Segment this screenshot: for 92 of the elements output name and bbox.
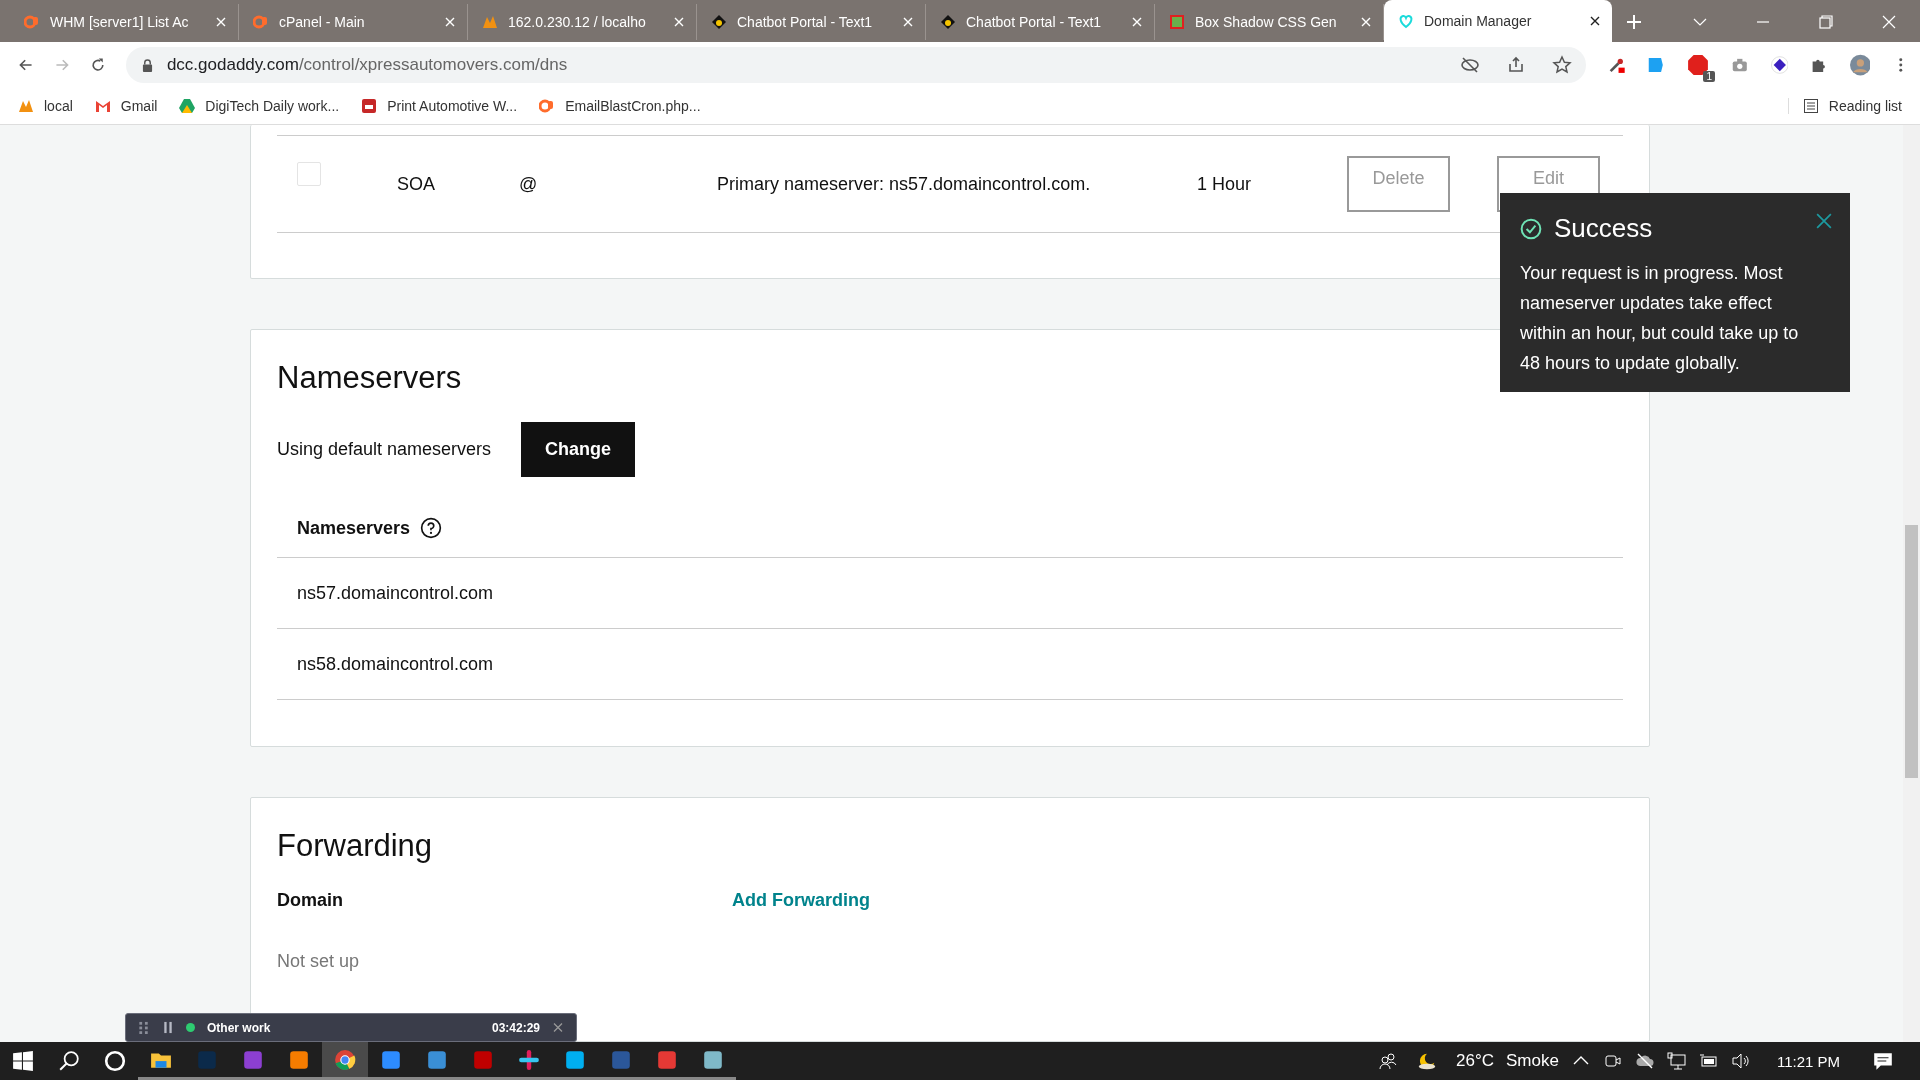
tab-title: Chatbot Portal - Text1 bbox=[966, 14, 1103, 30]
bookmark[interactable]: DigiTech Daily work... bbox=[179, 98, 340, 114]
add-forwarding-link[interactable]: Add Forwarding bbox=[732, 890, 870, 911]
app-icon bbox=[656, 1048, 678, 1071]
checkbox[interactable] bbox=[297, 162, 321, 186]
app-icon bbox=[380, 1048, 402, 1071]
temperature: 26°C bbox=[1456, 1051, 1494, 1071]
section-title: Nameservers bbox=[277, 360, 462, 396]
list-icon bbox=[1802, 98, 1819, 114]
browser-tab[interactable]: cPanel - Main bbox=[239, 4, 468, 40]
url-text: dcc.godaddy.com/control/xpressautomovers.com/dns bbox=[166, 55, 568, 75]
app-icon bbox=[518, 1048, 540, 1071]
favicon-icon bbox=[482, 14, 498, 30]
tab-title: Chatbot Portal - Text1 bbox=[737, 14, 874, 30]
favicon-icon bbox=[1398, 13, 1414, 29]
favicon-icon bbox=[179, 98, 196, 114]
change-button[interactable]: Change bbox=[521, 422, 636, 477]
bookmark[interactable]: Gmail bbox=[94, 98, 158, 114]
app-icon bbox=[472, 1048, 494, 1071]
status-dot bbox=[186, 1023, 195, 1032]
eye-slash-icon[interactable] bbox=[1459, 55, 1480, 75]
section-title: Forwarding bbox=[277, 828, 433, 864]
notification-icon[interactable] bbox=[1872, 1050, 1894, 1072]
extension-badge: 1 bbox=[1703, 71, 1716, 82]
bookmark[interactable]: Print Automotive W... bbox=[361, 98, 518, 114]
favicon-icon bbox=[1169, 14, 1185, 30]
speaker-icon[interactable] bbox=[1730, 1051, 1751, 1071]
scrollbar[interactable] bbox=[1903, 125, 1920, 1042]
favicon-icon bbox=[94, 98, 111, 114]
check-circle-icon bbox=[1520, 217, 1542, 240]
tab-title: cPanel - Main bbox=[279, 14, 366, 30]
help-icon[interactable] bbox=[420, 517, 443, 539]
star-icon[interactable] bbox=[1551, 55, 1572, 75]
reading-list-button[interactable]: Reading list bbox=[1787, 98, 1902, 114]
scrollbar-thumb[interactable] bbox=[1905, 525, 1918, 778]
bookmark[interactable]: local bbox=[18, 98, 73, 114]
app-icon bbox=[564, 1048, 586, 1071]
taskbar-app[interactable] bbox=[322, 1042, 368, 1080]
forwarding-status: Not set up bbox=[277, 951, 361, 972]
people-icon[interactable] bbox=[1378, 1051, 1398, 1071]
tab-title: WHM [server1] List Ac bbox=[50, 14, 190, 30]
browser-tab[interactable]: WHM [server1] List Ac bbox=[10, 4, 239, 40]
app-icon bbox=[426, 1048, 448, 1071]
avatar-icon[interactable] bbox=[1849, 52, 1871, 78]
toast-title: Success bbox=[1554, 213, 1653, 244]
app-icon bbox=[702, 1048, 724, 1071]
column-header: Nameservers bbox=[297, 517, 411, 539]
weather-condition: Smoke bbox=[1506, 1051, 1559, 1071]
favicon-icon bbox=[711, 14, 727, 30]
close-icon[interactable] bbox=[1590, 16, 1600, 26]
lock-icon bbox=[141, 58, 153, 72]
app-icon bbox=[196, 1048, 218, 1071]
favicon-icon bbox=[253, 14, 269, 30]
nameserver-entry: ns57.domaincontrol.com bbox=[297, 582, 494, 604]
favicon-icon bbox=[18, 98, 34, 114]
tab-title: Domain Manager bbox=[1424, 13, 1533, 29]
browser-tab[interactable]: Chatbot Portal - Text1 bbox=[926, 4, 1155, 40]
tab-title: Box Shadow CSS Gen bbox=[1195, 14, 1338, 30]
nameserver-status: Using default nameservers bbox=[277, 439, 492, 460]
cloud-off-icon[interactable] bbox=[1634, 1051, 1655, 1071]
record-ttl: 1 Hour bbox=[1197, 173, 1253, 195]
record-type: SOA bbox=[397, 173, 436, 195]
clock: 11:21 PM bbox=[1776, 1052, 1840, 1070]
timer-label: Other work bbox=[207, 1020, 271, 1035]
app-icon bbox=[242, 1048, 264, 1071]
record-value: Primary nameserver: ns57.domaincontrol.com. bbox=[717, 173, 1092, 195]
bookmark[interactable]: EmailBlastCron.php... bbox=[539, 98, 701, 114]
app-icon bbox=[610, 1048, 632, 1071]
tab-title: 162.0.230.12 / localho bbox=[508, 14, 647, 30]
record-name: @ bbox=[519, 173, 539, 195]
browser-tab[interactable]: Chatbot Portal - Text1 bbox=[697, 4, 926, 40]
network-icon[interactable] bbox=[1666, 1051, 1687, 1071]
drag-handle-icon[interactable] bbox=[138, 1021, 150, 1034]
search-icon[interactable] bbox=[58, 1050, 80, 1072]
favicon-icon bbox=[940, 14, 956, 30]
favicon-icon bbox=[361, 98, 378, 114]
browser-tab[interactable]: Domain Manager bbox=[1384, 0, 1612, 42]
address-bar[interactable]: dcc.godaddy.com/control/xpressautomovers.com/dns bbox=[125, 47, 1586, 83]
browser-tab[interactable]: 162.0.230.12 / localho bbox=[468, 4, 697, 40]
favicon-icon bbox=[539, 98, 556, 114]
restore-icon[interactable] bbox=[1818, 14, 1834, 30]
cortana-icon[interactable] bbox=[104, 1050, 126, 1072]
favicon-icon bbox=[24, 14, 40, 30]
app-icon bbox=[288, 1048, 310, 1071]
pause-icon[interactable] bbox=[162, 1021, 174, 1034]
app-icon bbox=[334, 1048, 356, 1071]
timer-time: 03:42:29 bbox=[491, 1020, 540, 1035]
toast-message: Your request is in progress. Most nameserver updates take effect within an hour, but could take up to 48 hours to update globally. bbox=[1520, 262, 1800, 375]
new-tab-icon[interactable] bbox=[1626, 14, 1642, 30]
nameserver-entry: ns58.domaincontrol.com bbox=[297, 653, 494, 675]
windows-start-icon[interactable] bbox=[12, 1050, 34, 1072]
column-header: Domain bbox=[277, 890, 344, 911]
